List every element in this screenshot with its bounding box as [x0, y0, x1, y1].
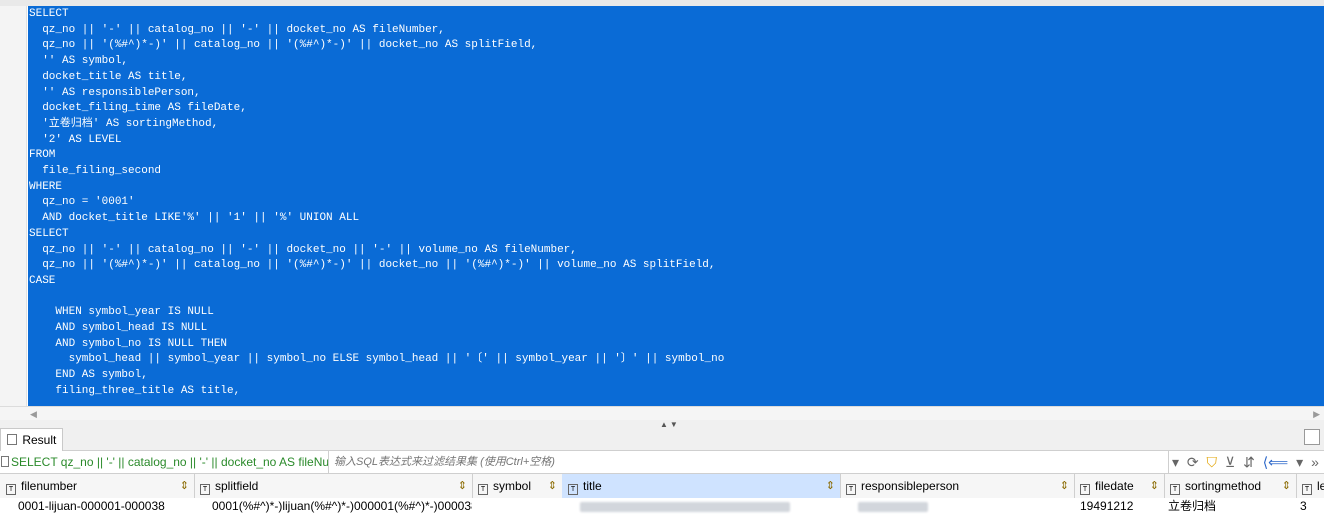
- column-header-sortingmethod[interactable]: Tsortingmethod ⇕: [1164, 474, 1297, 498]
- redacted-text: [580, 501, 790, 512]
- filter-input[interactable]: [334, 451, 1169, 473]
- sql-line: qz_no || '-' || catalog_no || '-' || doc…: [29, 243, 577, 256]
- scroll-right-icon[interactable]: ▶: [1313, 409, 1320, 420]
- sql-line: AND symbol_head IS NULL: [29, 322, 208, 335]
- sql-line: SELECT: [29, 8, 69, 20]
- sort-icon[interactable]: ⇕: [826, 474, 835, 498]
- filter-toolbar: ▾ ⟳ ⛉ ⊻ ⇵ ⟨⟸ ▾ »: [1172, 453, 1323, 471]
- table-row[interactable]: 0001-lijuan-000001-000038 0001(%#^)*-)li…: [0, 498, 1324, 514]
- editor-horizontal-scrollbar[interactable]: ◀ ▶: [0, 406, 1324, 421]
- sql-line: [29, 290, 1324, 306]
- sql-editor[interactable]: SELECT qz_no || '-' || catalog_no || '-'…: [0, 6, 1324, 406]
- column-header-level[interactable]: Tle: [1296, 474, 1324, 498]
- panel-maximize-icon[interactable]: [1304, 429, 1320, 445]
- column-header-filenumber[interactable]: Tfilenumber ⇕: [0, 474, 195, 498]
- sort-icon[interactable]: ⇕: [548, 474, 557, 498]
- column-header-splitfield[interactable]: Tsplitfield ⇕: [194, 474, 473, 498]
- sort-icon[interactable]: ⇕: [1060, 474, 1069, 498]
- sql-line: '' AS responsiblePerson,: [29, 86, 201, 99]
- cell-filedate[interactable]: 19491212: [1074, 498, 1164, 514]
- sql-line: SELECT: [29, 227, 69, 240]
- sort-icon[interactable]: ⇕: [1150, 474, 1159, 498]
- text-type-icon: T: [1080, 484, 1090, 495]
- column-header-title[interactable]: Ttitle ⇕: [562, 474, 841, 498]
- redacted-text: [858, 501, 928, 512]
- text-type-icon: T: [6, 484, 16, 495]
- selected-sql-text[interactable]: SELECT qz_no || '-' || catalog_no || '-'…: [28, 6, 1324, 406]
- sql-line: qz_no || '-' || catalog_no || '-' || doc…: [29, 23, 445, 36]
- sql-line: FROM: [29, 149, 56, 162]
- column-header-filedate[interactable]: Tfiledate ⇕: [1074, 474, 1165, 498]
- query-preview[interactable]: SELECT qz_no || '-' || catalog_no || '-'…: [0, 451, 329, 473]
- query-preview-text: SELECT qz_no || '-' || catalog_no || '-'…: [11, 455, 329, 469]
- sql-line: symbol_head || symbol_year || symbol_no …: [29, 353, 725, 366]
- tab-result[interactable]: Result: [0, 428, 64, 451]
- column-header-responsibleperson[interactable]: Tresponsibleperson ⇕: [840, 474, 1075, 498]
- result-panel-header: ▲▼ Result: [0, 420, 1324, 451]
- sql-line: qz_no = '0001': [29, 196, 135, 209]
- cell-filenumber[interactable]: 0001-lijuan-000001-000038: [0, 498, 194, 514]
- sql-line: AND docket_title LIKE'%' || '1' || '%' U…: [29, 212, 360, 225]
- table-icon: [7, 434, 17, 445]
- sql-line: filing_three_title AS title,: [29, 384, 241, 397]
- sql-line: WHEN symbol_year IS NULL: [29, 306, 214, 319]
- query-icon: [1, 456, 9, 467]
- cell-level[interactable]: 3: [1296, 498, 1324, 514]
- sort-icon[interactable]: ⇕: [1282, 474, 1291, 498]
- text-type-icon: T: [846, 484, 856, 495]
- sql-line: CASE: [29, 274, 56, 287]
- sql-line: file_filing_second: [29, 165, 162, 178]
- history-icon[interactable]: ⟳: [1187, 454, 1199, 470]
- panel-splitter-icon[interactable]: ▲▼: [660, 420, 680, 429]
- text-type-icon: T: [200, 484, 210, 495]
- sql-line: AND symbol_no IS NULL THEN: [29, 337, 228, 350]
- sql-line: qz_no || '(%#^)*-)' || catalog_no || '(%…: [29, 259, 716, 272]
- scroll-left-icon[interactable]: ◀: [30, 409, 37, 420]
- sql-line: docket_title AS title,: [29, 70, 188, 83]
- cell-responsibleperson[interactable]: [840, 498, 1074, 514]
- sort-icon[interactable]: ⇕: [458, 474, 467, 498]
- sql-line: '2' AS LEVEL: [29, 133, 122, 146]
- filter-icon[interactable]: ⛉: [1207, 454, 1218, 470]
- cell-splitfield[interactable]: 0001(%#^)*-)lijuan(%#^)*-)000001(%#^)*-)…: [194, 498, 472, 514]
- clear-filter-icon[interactable]: ⊻: [1225, 454, 1235, 470]
- sql-line: WHERE: [29, 180, 63, 193]
- cell-title[interactable]: [562, 498, 840, 514]
- editor-gutter: [0, 6, 27, 406]
- more-icon[interactable]: »: [1311, 454, 1319, 470]
- text-type-icon: T: [568, 484, 578, 495]
- cell-sortingmethod[interactable]: 立卷归档: [1164, 498, 1296, 514]
- dropdown-icon[interactable]: ▾: [1172, 454, 1179, 470]
- more-dropdown-icon[interactable]: ▾: [1296, 454, 1303, 470]
- sql-line: docket_filing_time AS fileDate,: [29, 102, 247, 115]
- filter-bar: SELECT qz_no || '-' || catalog_no || '-'…: [0, 451, 1324, 474]
- text-type-icon: T: [1170, 484, 1180, 495]
- sql-code-lines: SELECT qz_no || '-' || catalog_no || '-'…: [28, 6, 1324, 400]
- cell-symbol[interactable]: [472, 498, 562, 514]
- text-type-icon: T: [1302, 484, 1312, 495]
- sql-line: END AS symbol,: [29, 369, 148, 382]
- sql-line: '' AS symbol,: [29, 55, 129, 68]
- sql-line: '立卷归档' AS sortingMethod,: [29, 117, 219, 130]
- result-header-row: Tfilenumber ⇕ Tsplitfield ⇕ Tsymbol ⇕ Tt…: [0, 474, 1324, 499]
- text-type-icon: T: [478, 484, 488, 495]
- nav-back-icon[interactable]: ⟨⟸: [1263, 454, 1289, 470]
- column-header-symbol[interactable]: Tsymbol ⇕: [472, 474, 563, 498]
- filter-settings-icon[interactable]: ⇵: [1243, 454, 1255, 470]
- sql-line: qz_no || '(%#^)*-)' || catalog_no || '(%…: [29, 39, 538, 52]
- sort-icon[interactable]: ⇕: [180, 474, 189, 498]
- tab-result-label: Result: [22, 433, 57, 447]
